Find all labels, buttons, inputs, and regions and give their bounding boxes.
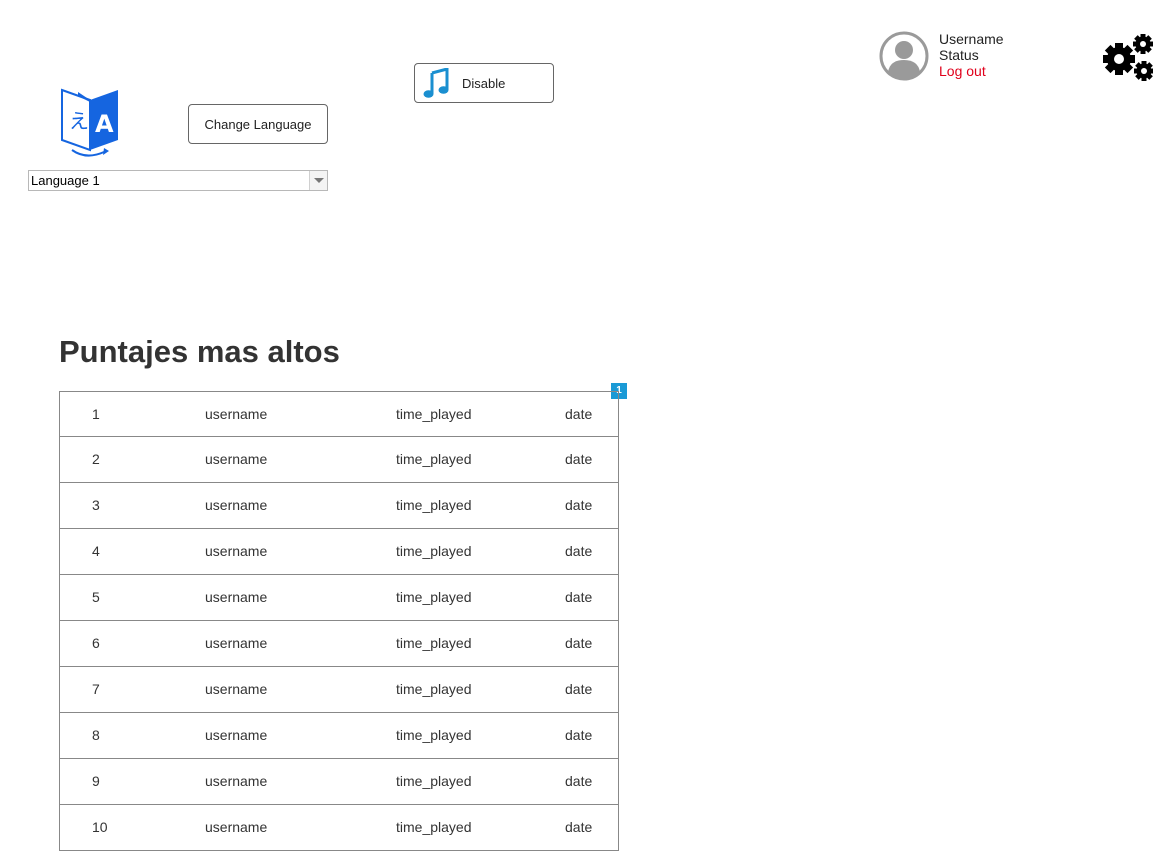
rank-cell: 1	[92, 406, 100, 422]
username-cell: username	[205, 451, 268, 467]
music-toggle-label: Disable	[462, 75, 506, 91]
table-row: 8 username time_played date	[59, 713, 619, 759]
rank-cell: 10	[92, 819, 108, 835]
date-cell: date	[565, 451, 593, 467]
date-cell: date	[565, 727, 593, 743]
table-row: 5 username time_played date	[59, 575, 619, 621]
time-played-cell: time_played	[396, 819, 472, 835]
time-played-cell: time_played	[396, 773, 472, 789]
table-row: 7 username time_played date	[59, 667, 619, 713]
username-cell: username	[205, 773, 268, 789]
table-row: 1 username time_played date	[59, 392, 619, 437]
time-played-cell: time_played	[396, 406, 472, 422]
date-cell: date	[565, 589, 593, 605]
user-avatar-icon[interactable]	[879, 31, 929, 81]
username-cell: username	[205, 406, 268, 422]
time-played-cell: time_played	[396, 635, 472, 651]
page-title: Puntajes mas altos	[59, 334, 340, 369]
rank-cell: 3	[92, 497, 100, 513]
date-cell: date	[565, 497, 593, 513]
table-row: 9 username time_played date	[59, 759, 619, 805]
date-cell: date	[565, 773, 593, 789]
high-scores-table: 1 username time_played date 2 username t…	[59, 391, 619, 851]
rank-cell: 7	[92, 681, 100, 697]
rank-cell: 9	[92, 773, 100, 789]
username-cell: username	[205, 497, 268, 513]
svg-text:え: え	[69, 109, 89, 133]
translate-logo-icon: え A	[61, 88, 118, 157]
table-row: 10 username time_played date	[59, 805, 619, 851]
rank-cell: 5	[92, 589, 100, 605]
rank-cell: 2	[92, 451, 100, 467]
date-cell: date	[565, 819, 593, 835]
username-cell: username	[205, 543, 268, 559]
language-select[interactable]: Language 1	[28, 170, 328, 191]
dropdown-arrow-icon[interactable]	[309, 171, 327, 190]
username-cell: username	[205, 681, 268, 697]
music-toggle-button[interactable]: Disable	[414, 63, 554, 103]
date-cell: date	[565, 406, 593, 422]
logout-link[interactable]: Log out	[939, 63, 986, 79]
time-played-cell: time_played	[396, 681, 472, 697]
time-played-cell: time_played	[396, 497, 472, 513]
svg-text:A: A	[95, 110, 114, 138]
time-played-cell: time_played	[396, 589, 472, 605]
time-played-cell: time_played	[396, 451, 472, 467]
language-select-value: Language 1	[31, 173, 100, 188]
username-cell: username	[205, 589, 268, 605]
table-row: 2 username time_played date	[59, 437, 619, 483]
username-label: Username	[939, 31, 1004, 47]
time-played-cell: time_played	[396, 543, 472, 559]
username-cell: username	[205, 727, 268, 743]
date-cell: date	[565, 635, 593, 651]
username-cell: username	[205, 819, 268, 835]
table-row: 6 username time_played date	[59, 621, 619, 667]
rank-cell: 8	[92, 727, 100, 743]
user-status-label: Status	[939, 47, 979, 63]
time-played-cell: time_played	[396, 727, 472, 743]
music-note-icon	[423, 68, 449, 98]
date-cell: date	[565, 681, 593, 697]
username-cell: username	[205, 635, 268, 651]
rank-cell: 6	[92, 635, 100, 651]
rank-cell: 4	[92, 543, 100, 559]
settings-gears-icon[interactable]	[1101, 33, 1153, 83]
date-cell: date	[565, 543, 593, 559]
change-language-button[interactable]: Change Language	[188, 104, 328, 144]
table-row: 4 username time_played date	[59, 529, 619, 575]
table-row: 3 username time_played date	[59, 483, 619, 529]
